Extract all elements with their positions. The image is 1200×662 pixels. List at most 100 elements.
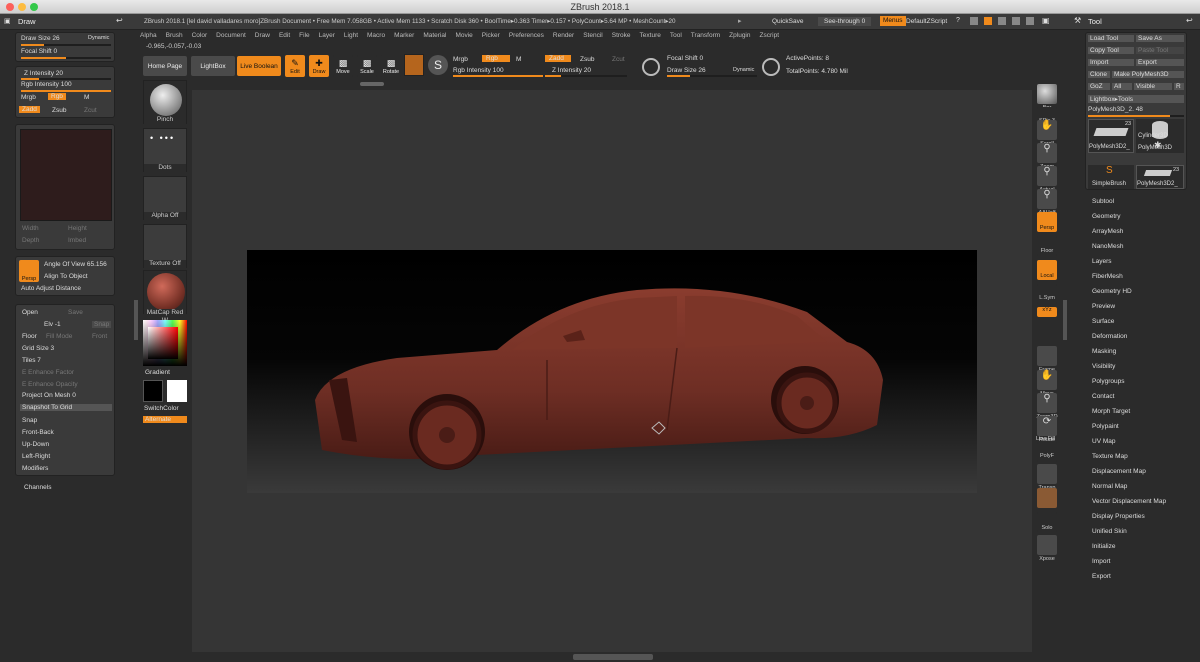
home-page-button[interactable]: Home Page	[143, 56, 187, 76]
material-swatch[interactable]	[404, 54, 424, 76]
menu-picker[interactable]: Picker	[482, 32, 500, 39]
load-tool-button[interactable]: Load Tool	[1088, 35, 1134, 42]
xyz-button[interactable]: xYz	[1037, 307, 1057, 317]
layout-icon-2[interactable]	[984, 17, 992, 25]
polyf-button[interactable]: PolyF	[1037, 442, 1057, 462]
rotate-view-button[interactable]: ⟳ Rotate	[1037, 416, 1057, 443]
draw-size-slider[interactable]: Draw Size 26	[667, 67, 706, 74]
grid-size[interactable]: Grid Size 3	[22, 345, 54, 352]
move-view-button[interactable]: ✋Move	[1037, 370, 1057, 397]
auto-adjust-distance[interactable]: Auto Adjust Distance	[21, 285, 81, 292]
material-matcap[interactable]: MatCap Red W	[143, 270, 187, 324]
zoom-window-button[interactable]	[30, 3, 38, 11]
subpalette-fibermesh[interactable]: FiberMesh	[1092, 273, 1123, 280]
floor-view-button[interactable]: Floor	[1037, 236, 1057, 256]
lsym-button[interactable]: L.Sym	[1037, 284, 1057, 304]
layout-icon-3[interactable]	[998, 17, 1006, 25]
rgb-intensity-track-left[interactable]	[21, 90, 111, 92]
visible-button[interactable]: Visible	[1134, 83, 1172, 90]
floor-button[interactable]: Floor	[22, 333, 37, 340]
move-button[interactable]: ▩ Move	[333, 55, 353, 77]
shelf-handle[interactable]	[360, 82, 384, 86]
subpalette-layers[interactable]: Layers	[1092, 258, 1112, 265]
subpalette-texture-map[interactable]: Texture Map	[1092, 453, 1128, 460]
subpalette-unified-skin[interactable]: Unified Skin	[1092, 528, 1127, 535]
left-right-button[interactable]: Left-Right	[22, 453, 50, 460]
bottom-tray-handle[interactable]	[573, 654, 653, 660]
menu-tool[interactable]: Tool	[670, 32, 682, 39]
zcut-left[interactable]: Zcut	[84, 107, 97, 114]
alternate-toggle[interactable]: Alternate	[143, 416, 187, 423]
r-button[interactable]: R	[1174, 83, 1184, 90]
subpalette-nanomesh[interactable]: NanoMesh	[1092, 243, 1123, 250]
subpalette-export[interactable]: Export	[1092, 573, 1111, 580]
current-tool-track[interactable]	[1088, 115, 1184, 117]
actual-button[interactable]: ⚲Actual	[1037, 166, 1057, 193]
subpalette-contact[interactable]: Contact	[1092, 393, 1114, 400]
subpalette-geometry-hd[interactable]: Geometry HD	[1092, 288, 1132, 295]
z-intensity-slider[interactable]: Z Intensity 20	[552, 67, 591, 74]
color-saturation-box[interactable]	[148, 327, 178, 359]
menu-transform[interactable]: Transform	[691, 32, 720, 39]
elv-slider[interactable]: Elv -1	[44, 321, 61, 328]
scroll-button[interactable]: ✋Scroll	[1037, 120, 1057, 147]
popup-icon[interactable]: ↩	[116, 16, 123, 25]
xpose-button[interactable]: Xpose	[1037, 535, 1057, 562]
layout-icon-4[interactable]	[1012, 17, 1020, 25]
modifiers-button[interactable]: Modifiers	[22, 465, 48, 472]
zcut-toggle[interactable]: Zcut	[612, 56, 625, 63]
ghost-button[interactable]	[1037, 488, 1057, 508]
menu-stencil[interactable]: Stencil	[583, 32, 603, 39]
subpalette-polypaint[interactable]: Polypaint	[1092, 423, 1119, 430]
snap-button[interactable]: Snap	[22, 417, 37, 424]
aahalf-button[interactable]: ⚲AAHalf	[1037, 189, 1057, 216]
stroke-dots[interactable]: • ••• Dots	[143, 128, 187, 172]
m-left[interactable]: M	[84, 94, 89, 101]
fill-mode[interactable]: Fill Mode	[46, 333, 72, 340]
front-button[interactable]: Front	[92, 333, 107, 340]
project-on-mesh[interactable]: Project On Mesh 0	[22, 392, 76, 399]
snap-toggle[interactable]: Snap	[92, 321, 112, 328]
subpalette-arraymesh[interactable]: ArrayMesh	[1092, 228, 1123, 235]
minimize-window-button[interactable]	[18, 3, 26, 11]
lock-icon[interactable]: ▣	[1042, 16, 1050, 25]
save-button[interactable]: Save	[68, 309, 83, 316]
z-intensity-track-left[interactable]	[21, 78, 111, 80]
z-intensity-label[interactable]: Z Intensity 20	[24, 70, 63, 77]
draw-size-track[interactable]	[667, 75, 757, 77]
rgb-intensity-track[interactable]	[453, 75, 543, 77]
left-tray-handle[interactable]	[134, 300, 138, 340]
draw-size-track-left[interactable]	[21, 44, 111, 46]
menu-preferences[interactable]: Preferences	[509, 32, 544, 39]
texture-off[interactable]: Texture Off	[143, 224, 187, 268]
popup-icon-right[interactable]: ↩	[1186, 16, 1193, 25]
zsub-toggle[interactable]: Zsub	[580, 56, 594, 63]
persp-view-button[interactable]: Persp	[1037, 212, 1057, 232]
thumb-polymesh3d2-b[interactable]: 23 PolyMesh3D2_	[1136, 165, 1184, 189]
subpalette-preview[interactable]: Preview	[1092, 303, 1115, 310]
draw-size-label[interactable]: Draw Size 26	[21, 35, 60, 42]
menu-zplugin[interactable]: Zplugin	[729, 32, 750, 39]
live-boolean-button[interactable]: Live Boolean	[237, 56, 281, 76]
front-back-button[interactable]: Front-Back	[22, 429, 54, 436]
right-tray-handle[interactable]	[1063, 300, 1067, 340]
persp-button[interactable]: Persp	[19, 260, 39, 282]
zoom3d-button[interactable]: ⚲Zoom3D	[1036, 393, 1058, 420]
menu-light[interactable]: Light	[344, 32, 358, 39]
dynamic-toggle[interactable]: Dynamic	[733, 67, 754, 73]
subpalette-initialize[interactable]: Initialize	[1092, 543, 1115, 550]
open-button[interactable]: Open	[22, 309, 38, 316]
menu-zscript[interactable]: Zscript	[760, 32, 780, 39]
thumb-polymesh3d2[interactable]: 23 PolyMesh3D2_	[1088, 119, 1134, 153]
subpalette-masking[interactable]: Masking	[1092, 348, 1116, 355]
see-through-slider[interactable]: See-through 0	[818, 17, 872, 26]
switch-color[interactable]: SwitchColor	[144, 405, 179, 412]
subpalette-deformation[interactable]: Deformation	[1092, 333, 1127, 340]
solo-button[interactable]: Solo	[1037, 512, 1057, 532]
menu-marker[interactable]: Marker	[394, 32, 414, 39]
subpalette-surface[interactable]: Surface	[1092, 318, 1114, 325]
enhance-factor[interactable]: E Enhance Factor	[22, 369, 74, 376]
channels-button[interactable]: Channels	[24, 484, 51, 491]
alpha-off[interactable]: Alpha Off	[143, 176, 187, 220]
draw-button[interactable]: ✚ Draw	[309, 55, 329, 77]
